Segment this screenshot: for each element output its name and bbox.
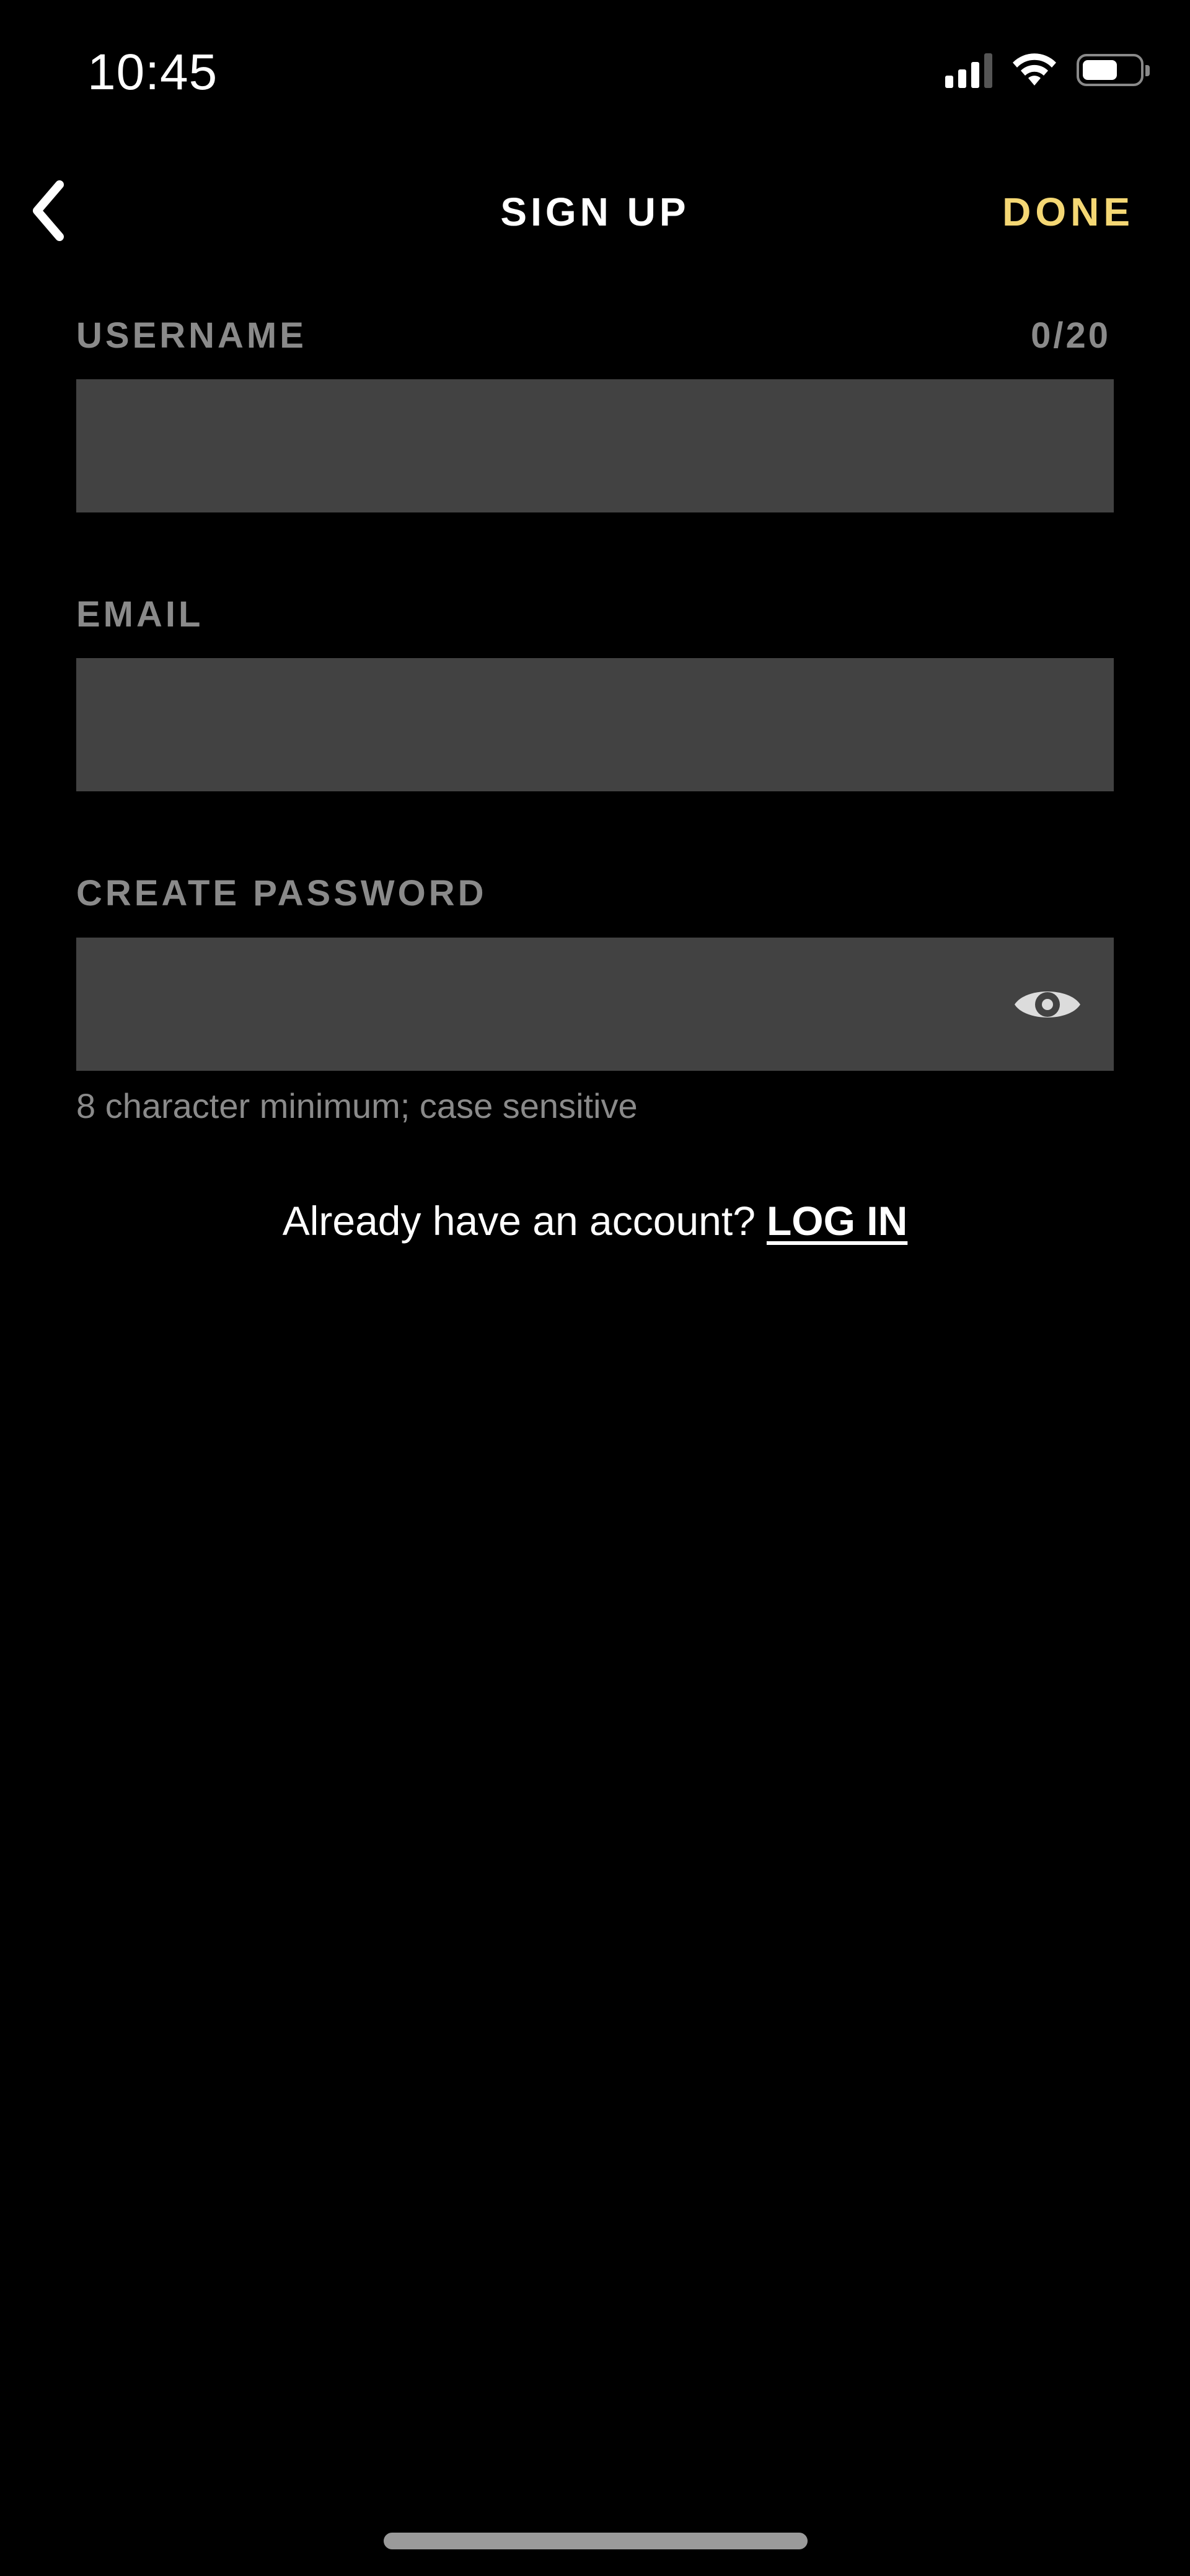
cellular-signal-icon bbox=[945, 52, 992, 88]
status-time: 10:45 bbox=[87, 44, 218, 100]
email-field-container bbox=[76, 658, 1114, 791]
username-char-counter: 0/20 bbox=[1031, 315, 1111, 356]
status-icons bbox=[945, 52, 1150, 88]
password-field-container bbox=[76, 938, 1114, 1071]
password-input[interactable] bbox=[76, 938, 1114, 1071]
wifi-icon bbox=[1013, 53, 1056, 86]
username-field-container bbox=[76, 379, 1114, 512]
login-link[interactable]: LOG IN bbox=[767, 1198, 907, 1244]
password-hint: 8 character minimum; case sensitive bbox=[76, 1086, 638, 1125]
login-prompt-text: Already have an account? bbox=[282, 1198, 756, 1244]
show-password-toggle[interactable] bbox=[1011, 980, 1084, 1029]
eye-icon bbox=[1015, 991, 1080, 1018]
done-button[interactable]: DONE bbox=[1002, 189, 1134, 235]
email-label: EMAIL bbox=[76, 594, 204, 635]
login-prompt: Already have an account? LOG IN bbox=[0, 1197, 1190, 1244]
password-label: CREATE PASSWORD bbox=[76, 873, 487, 913]
username-label: USERNAME bbox=[76, 315, 307, 356]
email-input[interactable] bbox=[76, 658, 1114, 791]
battery-icon bbox=[1077, 54, 1150, 86]
username-input[interactable] bbox=[76, 379, 1114, 512]
home-indicator[interactable] bbox=[384, 2533, 808, 2549]
